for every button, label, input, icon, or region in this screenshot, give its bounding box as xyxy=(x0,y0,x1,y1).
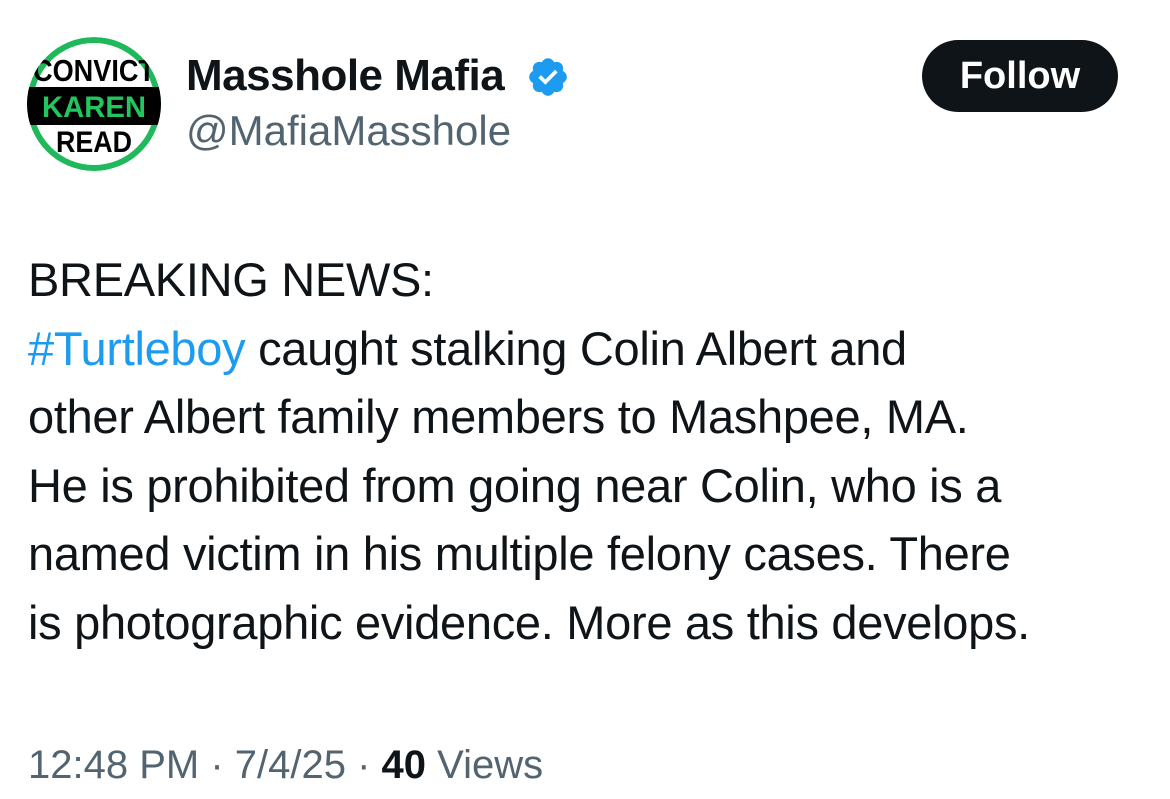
display-name[interactable]: Masshole Mafia xyxy=(186,50,505,102)
avatar-text-convict: CONVICT xyxy=(33,53,155,88)
tweet-text: BREAKING NEWS: #Turtleboy caught stalkin… xyxy=(28,246,1148,657)
meta-separator: · xyxy=(199,743,235,787)
avatar-text-read: READ xyxy=(56,126,132,159)
tweet-line-5: named victim in his multiple felony case… xyxy=(28,527,1011,580)
tweet-line-1: BREAKING NEWS: xyxy=(28,253,434,306)
tweet-line-3: other Albert family members to Mashpee, … xyxy=(28,390,969,443)
avatar-text-karen: KAREN xyxy=(42,91,146,124)
hashtag-link[interactable]: #Turtleboy xyxy=(28,322,246,375)
avatar[interactable]: CONVICT KAREN READ xyxy=(27,37,161,171)
tweet-line-2: #Turtleboy caught stalking Colin Albert … xyxy=(28,315,1148,384)
user-handle[interactable]: @MafiaMasshole xyxy=(186,106,511,156)
views-label: Views xyxy=(426,743,544,787)
avatar-image: CONVICT KAREN READ xyxy=(27,37,161,171)
tweet-meta: 12:48 PM · 7/4/25 · 40 Views xyxy=(28,740,543,790)
tweet-line-4: He is prohibited from going near Colin, … xyxy=(28,458,1002,512)
views-count[interactable]: 40 xyxy=(382,743,427,787)
tweet-line-2-text: caught stalking Colin Albert and xyxy=(245,321,907,375)
meta-separator: · xyxy=(345,743,382,787)
follow-button[interactable]: Follow xyxy=(922,40,1118,112)
tweet-line-6: is photographic evidence. More as this d… xyxy=(28,595,1030,649)
verified-badge-icon xyxy=(529,58,567,96)
tweet-time[interactable]: 12:48 PM xyxy=(28,743,199,787)
tweet-date[interactable]: 7/4/25 xyxy=(235,743,346,787)
